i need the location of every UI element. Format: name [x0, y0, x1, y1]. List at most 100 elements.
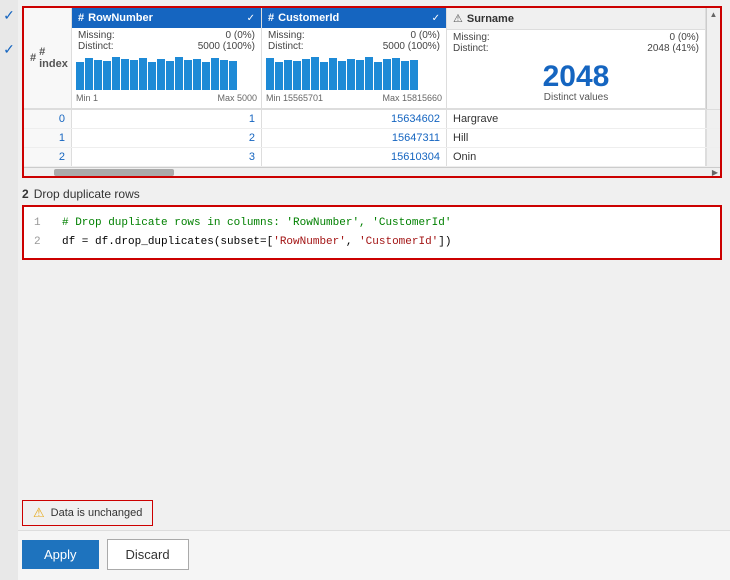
surname-cell: Hill — [447, 129, 706, 147]
bar — [410, 60, 418, 90]
bar — [157, 59, 165, 90]
customerid-column: # CustomerId ✓ Missing: 0 (0%) Distinct:… — [262, 8, 447, 109]
bar — [266, 58, 274, 90]
bar — [85, 58, 93, 90]
bar — [229, 61, 237, 90]
rownumber-max: Max 5000 — [217, 93, 257, 103]
hash-icon: # — [30, 52, 36, 64]
bar — [94, 60, 102, 90]
bar — [365, 57, 373, 90]
rownumber-cell: 3 — [72, 148, 262, 166]
surname-distinct-label: Distinct values — [544, 92, 608, 103]
scroll-up-icon[interactable]: ▲ — [708, 8, 720, 21]
customerid-distinct: 5000 (100%) — [383, 41, 440, 52]
check-icon-2: ✓ — [3, 42, 15, 56]
code-text-1: # Drop duplicate rows in columns: 'RowNu… — [62, 214, 451, 233]
code-line-2: 2 df = df.drop_duplicates(subset=['RowNu… — [34, 233, 710, 252]
surname-column: ⚠ Surname Missing: 0 (0%) Distinct: 2048… — [447, 8, 706, 109]
warning-icon: ⚠ — [33, 505, 45, 521]
rownumber-cell: 2 — [72, 129, 262, 147]
surname-cell: Hargrave — [447, 110, 706, 128]
surname-icon: ⚠ — [453, 12, 463, 25]
customerid-min: Min 15565701 — [266, 93, 323, 103]
index-label: # index — [39, 46, 68, 70]
code-text-2: df = df.drop_duplicates(subset=['RowNumb… — [62, 233, 451, 252]
bar — [374, 62, 382, 90]
status-section: ⚠ Data is unchanged — [22, 500, 722, 526]
left-sidebar: ✓ ✓ — [0, 0, 18, 580]
customerid-max: Max 15815660 — [382, 93, 442, 103]
rownumber-distinct: 5000 (100%) — [198, 41, 255, 52]
table-row: 1 2 15647311 Hill — [24, 129, 720, 148]
bar — [311, 57, 319, 90]
surname-distinct-number: 2048 — [543, 62, 610, 92]
index-cell: 2 — [24, 148, 72, 166]
bar — [193, 59, 201, 90]
line-number-2: 2 — [34, 233, 50, 252]
data-rows: 0 1 15634602 Hargrave 1 2 15647311 Hill … — [24, 110, 720, 167]
scroll-right-icon[interactable]: ▶ — [712, 168, 718, 177]
h-scrollbar[interactable]: ▶ — [24, 167, 720, 176]
check-icon-1: ✓ — [3, 8, 15, 22]
status-text: Data is unchanged — [51, 507, 143, 519]
surname-missing: 0 (0%) — [670, 32, 699, 43]
bar — [320, 62, 328, 90]
rownumber-check: ✓ — [247, 13, 255, 24]
h-scroll-thumb[interactable] — [54, 169, 174, 176]
v-scrollbar[interactable]: ▲ — [706, 8, 720, 109]
row-scroll — [706, 110, 720, 128]
bar — [401, 61, 409, 90]
rownumber-cell: 1 — [72, 110, 262, 128]
customerid-check: ✓ — [432, 13, 440, 24]
table-row: 2 3 15610304 Onin — [24, 148, 720, 167]
bar — [112, 57, 120, 90]
customerid-label: CustomerId — [278, 12, 339, 24]
surname-label: Surname — [467, 13, 514, 25]
bar — [293, 61, 301, 90]
line-number-1: 1 — [34, 214, 50, 233]
rownumber-min: Min 1 — [76, 93, 98, 103]
code-line-1: 1 # Drop duplicate rows in columns: 'Row… — [34, 214, 710, 233]
customerid-hash: # — [268, 12, 274, 24]
customerid-missing: 0 (0%) — [411, 30, 440, 41]
bar — [76, 62, 84, 90]
section-2-header: 2 Drop duplicate rows — [0, 182, 730, 203]
spacer — [0, 264, 730, 496]
bar — [211, 58, 219, 90]
bar — [302, 59, 310, 90]
bar — [338, 61, 346, 90]
index-cell: 0 — [24, 110, 72, 128]
index-cell: 1 — [24, 129, 72, 147]
customerid-cell: 15610304 — [262, 148, 447, 166]
section-label: Drop duplicate rows — [34, 187, 140, 201]
row-scroll — [706, 129, 720, 147]
customerid-cell: 15634602 — [262, 110, 447, 128]
rownumber-hash: # — [78, 12, 84, 24]
code-block: 1 # Drop duplicate rows in columns: 'Row… — [22, 205, 722, 260]
bar — [284, 60, 292, 90]
row-scroll — [706, 148, 720, 166]
section-number: 2 — [22, 187, 29, 201]
table-row: 0 1 15634602 Hargrave — [24, 110, 720, 129]
bar — [130, 60, 138, 90]
status-badge: ⚠ Data is unchanged — [22, 500, 153, 526]
bar — [121, 59, 129, 90]
apply-button[interactable]: Apply — [22, 540, 99, 569]
bar — [392, 58, 400, 90]
discard-button[interactable]: Discard — [107, 539, 189, 570]
rownumber-missing: 0 (0%) — [226, 30, 255, 41]
surname-cell: Onin — [447, 148, 706, 166]
bar — [184, 60, 192, 90]
bar — [347, 59, 355, 90]
bar — [202, 62, 210, 90]
bar — [275, 62, 283, 90]
main-container: ✓ ✓ # # index # RowNumber ✓ — [0, 0, 730, 580]
bar — [139, 58, 147, 90]
surname-distinct: 2048 (41%) — [647, 43, 699, 54]
bar — [383, 59, 391, 90]
bar — [220, 60, 228, 90]
bar — [175, 57, 183, 90]
rownumber-column: # RowNumber ✓ Missing: 0 (0%) Distinct: … — [72, 8, 262, 109]
bar — [166, 61, 174, 90]
bar — [329, 58, 337, 90]
